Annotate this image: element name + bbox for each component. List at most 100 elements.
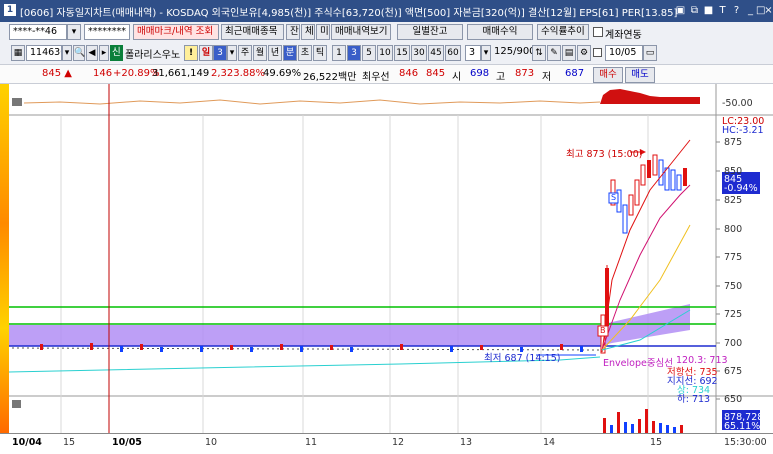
- chart-area[interactable]: [9, 84, 773, 433]
- volume-toggle-icon: [12, 400, 21, 408]
- gear-icon[interactable]: ⚙: [577, 45, 591, 61]
- panel-toggle-icon: [12, 98, 22, 106]
- return-trend-button[interactable]: 수익률추이: [537, 24, 589, 40]
- best-label: 최우선: [362, 72, 390, 83]
- interval-30[interactable]: 30: [411, 45, 427, 61]
- low-price: 687: [565, 68, 585, 79]
- maximize-icon[interactable]: □: [756, 4, 765, 17]
- envelope-label: Envelope중심선: [603, 358, 674, 369]
- daily-balance-button[interactable]: 일별잔고: [397, 24, 463, 40]
- code-dropdown-icon[interactable]: ▾: [62, 45, 72, 61]
- current-rate-label: -0.94%: [724, 183, 758, 194]
- price-change: 146: [93, 68, 113, 79]
- account-link-checkbox[interactable]: [593, 27, 603, 37]
- layout-icon[interactable]: ▣: [674, 4, 687, 17]
- interval-15[interactable]: 15: [394, 45, 410, 61]
- interval-60[interactable]: 60: [445, 45, 461, 61]
- search-icon[interactable]: 🔍: [73, 45, 85, 61]
- period-tick[interactable]: 틱: [313, 45, 327, 61]
- executed-button[interactable]: 체: [301, 24, 315, 40]
- zoom-icon[interactable]: ⇅: [532, 45, 546, 61]
- quote-bar: 845 ▲ 146 +20.89% 31,661,149 2,323.88% 4…: [0, 64, 773, 84]
- volume-rate: 2,323.88%: [211, 68, 266, 79]
- password-field[interactable]: ********: [84, 24, 130, 40]
- trade-history-button[interactable]: 매매내역보기: [331, 24, 391, 40]
- period-count-selected[interactable]: 3: [213, 45, 227, 61]
- account-toolbar: ****-**46 ▾ ******** 매매마크/내역 조회 최근매매종목 잔…: [0, 22, 773, 42]
- date-field[interactable]: 10/05: [605, 45, 643, 61]
- pin-icon[interactable]: ■: [702, 4, 715, 17]
- volume: 31,661,149: [152, 68, 210, 79]
- new-badge: 신: [110, 45, 123, 61]
- save-icon[interactable]: ▤: [562, 45, 576, 61]
- lower-label: 하: 713: [677, 394, 711, 405]
- account-dropdown-icon[interactable]: ▾: [67, 24, 81, 40]
- x-label-10: 10: [205, 437, 218, 448]
- account-select[interactable]: ****-**46: [9, 24, 67, 40]
- window-title: [0606] 자동일지차트(매매내역) - KOSDAQ 외국인보유[4,985…: [20, 8, 678, 19]
- buy-button[interactable]: 매수: [593, 67, 623, 83]
- x-label-1005: 10/05: [112, 437, 142, 448]
- x-label-time: 15:30:00: [724, 437, 767, 448]
- window-icon: 1: [4, 4, 16, 16]
- low-annotation: 최저 687 (14:15): [484, 353, 561, 364]
- chart-toolbar: ▦ 114630 ▾ 🔍 ◀ ▸ 신 폴라리스우노 ! 일 3 ▾ 주 월 년 …: [0, 42, 773, 64]
- high-label: 고: [496, 72, 506, 83]
- date-checkbox[interactable]: [593, 48, 602, 57]
- warning-button[interactable]: !: [184, 45, 198, 61]
- buy-marker-label: B: [600, 326, 606, 335]
- recent-items-button[interactable]: 최근매매종목: [221, 24, 284, 40]
- high-price: 873: [515, 68, 535, 79]
- step-icon[interactable]: ▸: [99, 45, 109, 61]
- best-bid: 845: [426, 68, 446, 79]
- stock-code-input[interactable]: 114630: [26, 45, 62, 61]
- interval-1[interactable]: 1: [332, 45, 346, 61]
- period-week[interactable]: 주: [238, 45, 252, 61]
- calendar-icon[interactable]: ▭: [643, 45, 657, 61]
- stock-name: 폴라리스우노: [125, 50, 181, 61]
- y-tick-775: 775: [724, 252, 743, 263]
- period-year[interactable]: 년: [268, 45, 282, 61]
- open-label: 시: [452, 72, 462, 83]
- view-count: 125/900: [494, 46, 536, 57]
- x-label-15a: 15: [63, 437, 76, 448]
- help-icon[interactable]: ?: [730, 4, 743, 17]
- interval-10[interactable]: 10: [377, 45, 393, 61]
- balance-button[interactable]: 잔: [286, 24, 300, 40]
- x-label-11: 11: [305, 437, 318, 448]
- volume-rate: 65.11%: [724, 421, 761, 432]
- interval-5[interactable]: 5: [362, 45, 376, 61]
- custom-interval-dropdown-icon[interactable]: ▾: [481, 45, 491, 61]
- font-icon[interactable]: T: [716, 4, 729, 17]
- sell-button[interactable]: 매도: [625, 67, 655, 83]
- x-label-15b: 15: [650, 437, 663, 448]
- interval-45[interactable]: 45: [428, 45, 444, 61]
- y-tick-750: 750: [724, 281, 743, 292]
- y-tick-650: 650: [724, 394, 743, 405]
- y-tick-700: 700: [724, 338, 743, 349]
- high-annotation: 최고 873 (15:00): [566, 149, 643, 160]
- period-month[interactable]: 월: [253, 45, 267, 61]
- tool-icon[interactable]: ✎: [547, 45, 561, 61]
- best-ask: 846: [399, 68, 419, 79]
- x-label-1004: 10/04: [12, 437, 42, 448]
- trade-mark-query-button[interactable]: 매매마크/내역 조회: [133, 24, 219, 40]
- close-icon[interactable]: ×: [764, 4, 773, 17]
- account-link-label: 계좌연동: [605, 30, 642, 41]
- trade-profit-button[interactable]: 매매수익: [467, 24, 533, 40]
- turnover: 49.69%: [263, 68, 302, 79]
- copy-icon[interactable]: ⧉: [688, 4, 701, 17]
- indicator-scale: -50.00: [722, 98, 753, 109]
- unfilled-button[interactable]: 미: [316, 24, 330, 40]
- grid-icon[interactable]: ▦: [11, 45, 25, 61]
- speaker-icon[interactable]: ◀: [86, 45, 98, 61]
- interval-3[interactable]: 3: [347, 45, 361, 61]
- period-dropdown-icon[interactable]: ▾: [227, 45, 237, 61]
- y-tick-875: 875: [724, 137, 743, 148]
- period-day-button[interactable]: 일: [199, 45, 213, 61]
- open-price: 698: [470, 68, 490, 79]
- period-second[interactable]: 초: [298, 45, 312, 61]
- custom-interval-input[interactable]: 3: [465, 45, 481, 61]
- hc-label: HC:-3.21: [722, 125, 764, 136]
- period-minute[interactable]: 분: [283, 45, 297, 61]
